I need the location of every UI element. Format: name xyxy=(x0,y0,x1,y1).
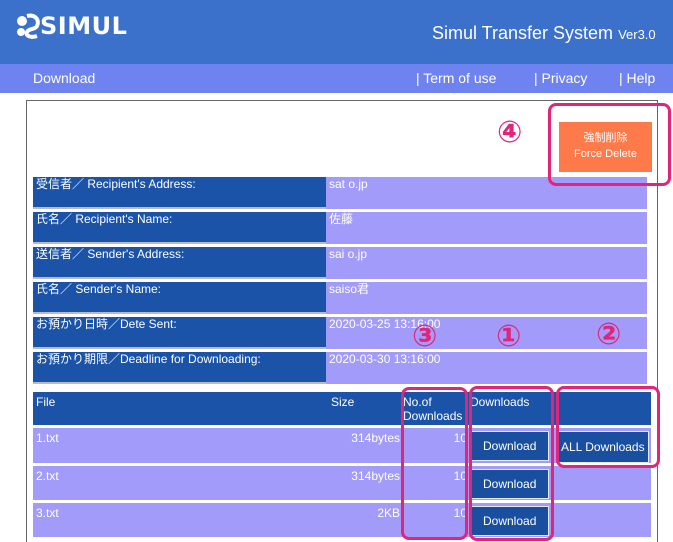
page-name: Download xyxy=(33,70,96,86)
file-name: 1.txt xyxy=(33,428,328,463)
empty-cell xyxy=(554,503,651,537)
privacy-link[interactable]: | Privacy xyxy=(534,70,587,86)
file-size: 314bytes xyxy=(328,428,400,463)
info-value: 佐藤 xyxy=(326,212,647,244)
info-label: お預かり日時／Dete Sent: xyxy=(33,317,326,349)
annotation-number-three: ③ xyxy=(412,319,438,354)
info-label: 氏名／ Sender's Name: xyxy=(33,282,326,314)
info-value: sai o.jp xyxy=(326,247,647,279)
nav-bar: Download | Term of use | Privacy | Help xyxy=(0,64,673,93)
info-row: 送信者／ Sender's Address: sai o.jp xyxy=(33,247,647,279)
logo-text: SIMUL xyxy=(40,12,128,40)
transfer-info-table: 受信者／ Recipient's Address: sat o.jp 氏名／ Re… xyxy=(33,174,647,387)
info-label: 受信者／ Recipient's Address: xyxy=(33,177,326,209)
annotation-number-one: ① xyxy=(496,319,522,354)
info-label: 送信者／ Sender's Address: xyxy=(33,247,326,279)
table-row: 3.txt 2KB 10 Download xyxy=(33,503,651,537)
info-label: 氏名／ Recipient's Name: xyxy=(33,212,326,244)
terms-link[interactable]: | Term of use xyxy=(416,70,496,86)
table-row: 2.txt 314bytes 10 Download xyxy=(33,466,651,500)
info-row: お預かり日時／Dete Sent: 2020-03-25 13:16:00 xyxy=(33,317,647,349)
file-name: 2.txt xyxy=(33,466,328,500)
info-row: 氏名／ Sender's Name: saiso君 xyxy=(33,282,647,314)
annotation-number-two: ② xyxy=(596,317,622,352)
annotation-ring-download-count xyxy=(401,387,468,540)
empty-cell xyxy=(554,466,651,500)
system-title: Simul Transfer System Ver3.0 xyxy=(432,23,656,44)
app-header: SIMUL Simul Transfer System Ver3.0 xyxy=(0,0,673,64)
size-column-header: Size xyxy=(328,392,400,425)
version-label: Ver3.0 xyxy=(618,27,656,42)
annotation-number-four: ④ xyxy=(497,115,523,150)
help-link[interactable]: | Help xyxy=(619,70,655,86)
file-size: 314bytes xyxy=(328,466,400,500)
info-label: お預かり期限／Deadline for Downloading: xyxy=(33,352,326,384)
annotation-ring-all-downloads xyxy=(556,386,660,468)
file-name: 3.txt xyxy=(33,503,328,537)
info-value: 2020-03-30 13:16:00 xyxy=(326,352,647,384)
file-size: 2KB xyxy=(328,503,400,537)
file-column-header: File xyxy=(33,392,328,425)
system-title-text: Simul Transfer System xyxy=(432,23,614,43)
simul-logo-icon xyxy=(17,13,40,39)
info-row: 氏名／ Recipient's Name: 佐藤 xyxy=(33,212,647,244)
annotation-ring-downloads xyxy=(469,386,554,541)
info-row: お預かり期限／Deadline for Downloading: 2020-03-… xyxy=(33,352,647,384)
annotation-ring-force-delete xyxy=(548,103,671,186)
info-value: saiso君 xyxy=(326,282,647,314)
